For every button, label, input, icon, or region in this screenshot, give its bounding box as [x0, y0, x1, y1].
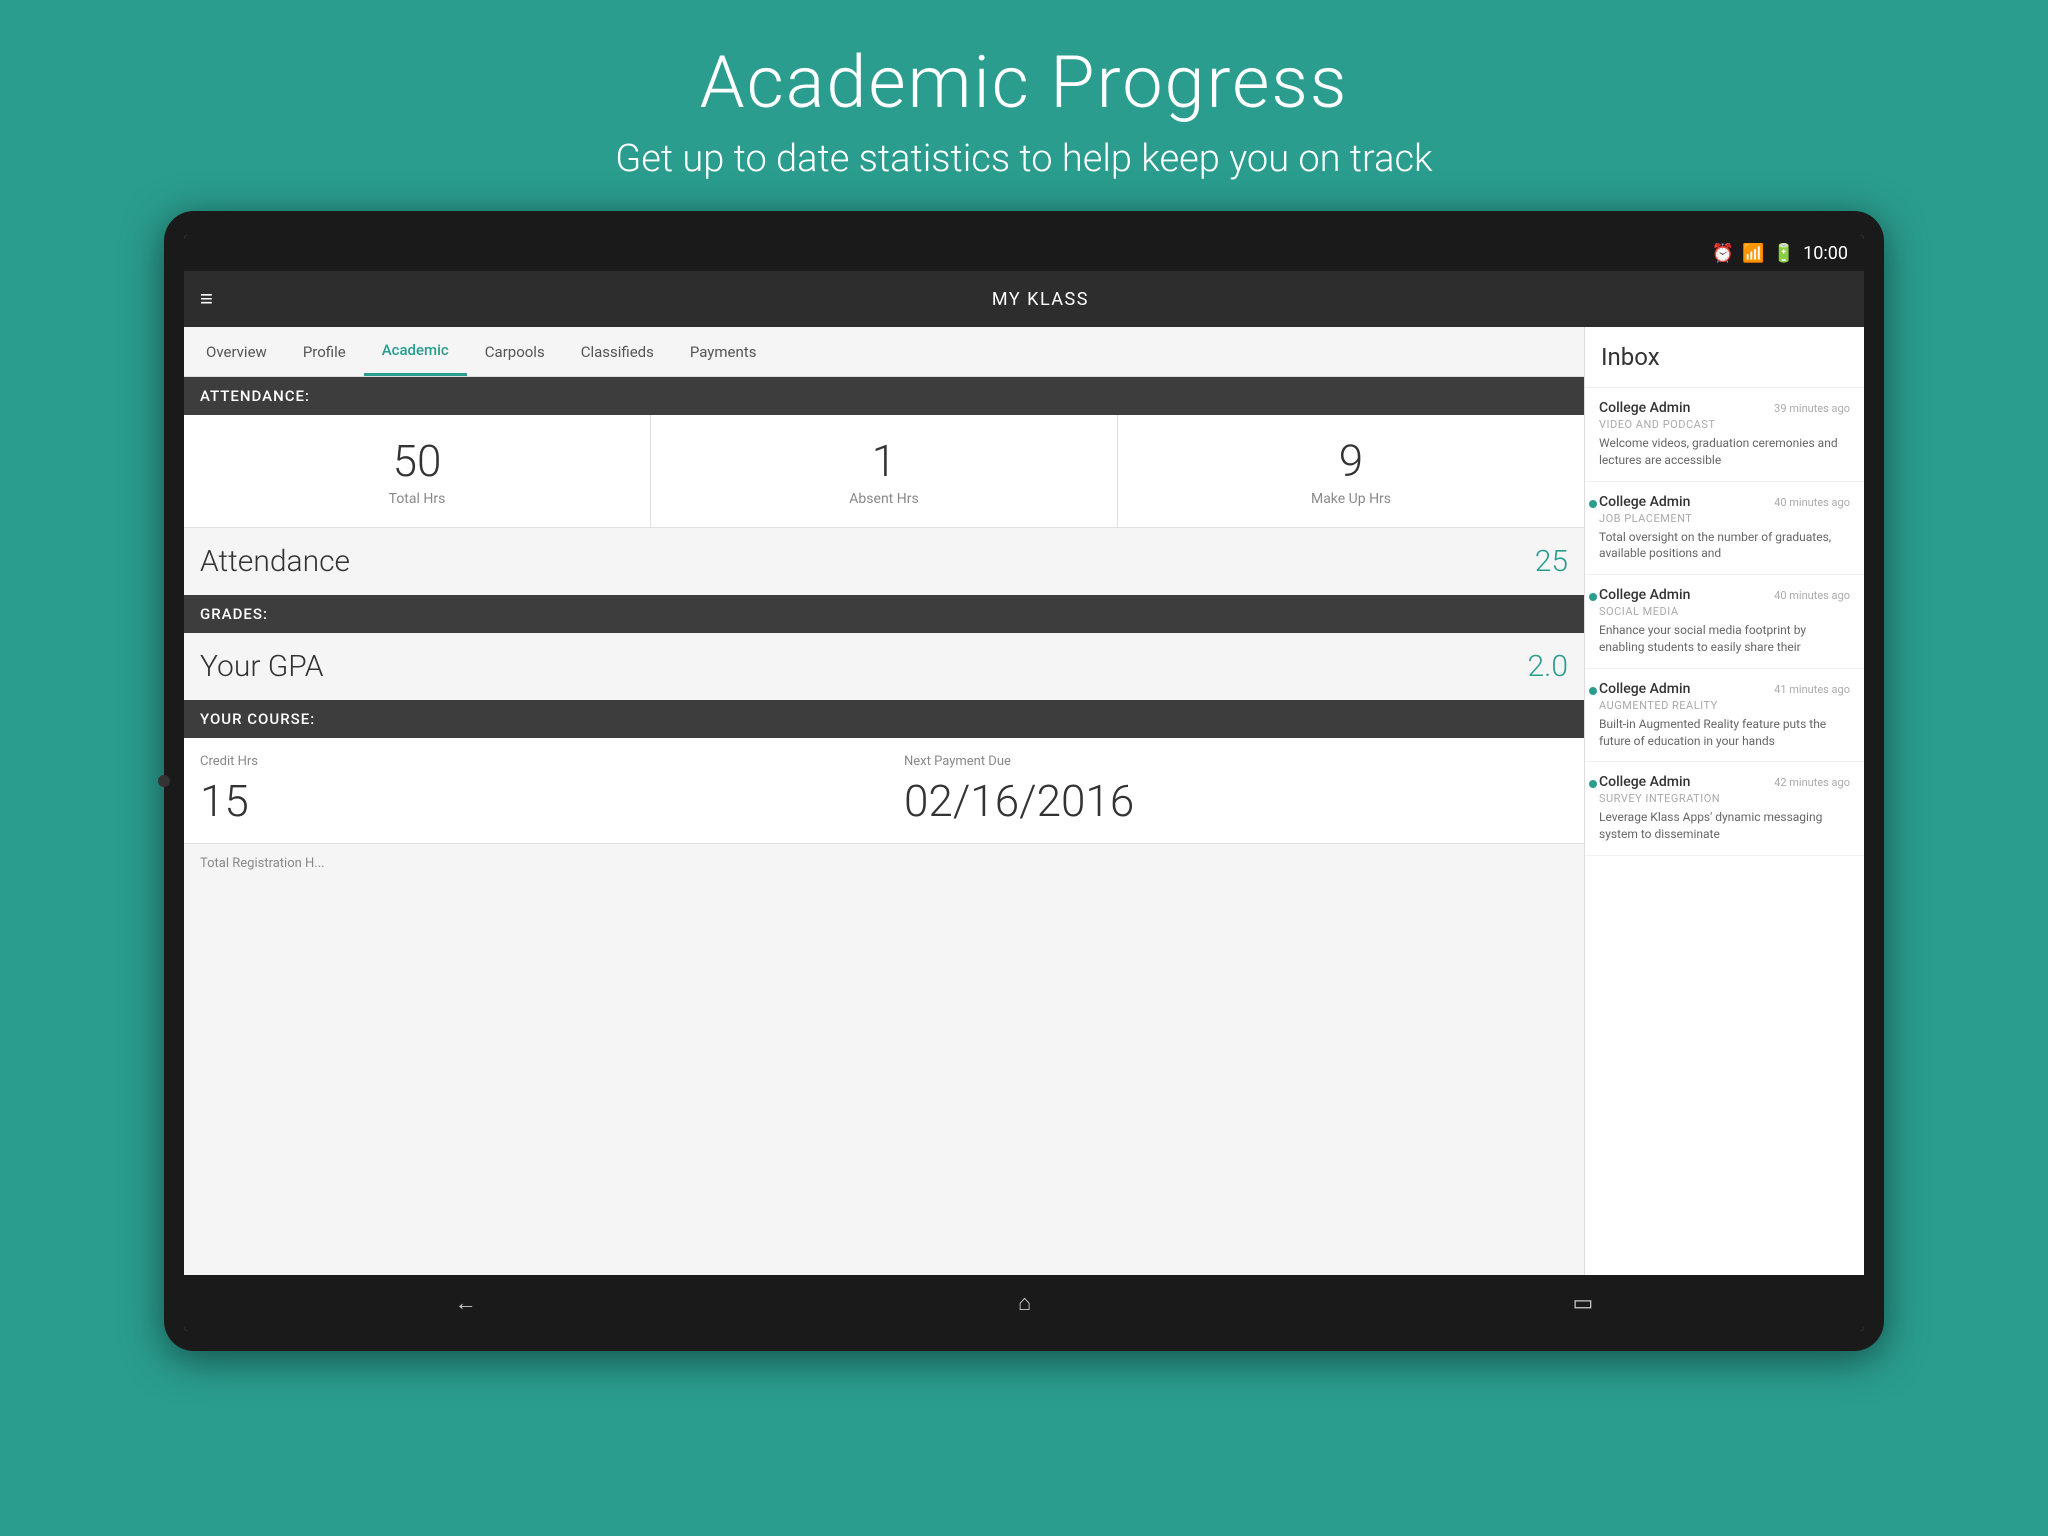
tab-carpools[interactable]: Carpools [467, 329, 563, 375]
inbox-item-header-2: College Admin 40 minutes ago [1599, 587, 1850, 603]
total-reg-label: Total Registration H... [200, 856, 1568, 871]
inbox-item-header-1: College Admin 40 minutes ago [1599, 494, 1850, 510]
course-section-header: YOUR COURSE: [184, 700, 1584, 738]
total-reg-row: Total Registration H... [184, 843, 1584, 883]
inbox-preview-1: Total oversight on the number of graduat… [1599, 529, 1850, 563]
inbox-preview-2: Enhance your social media footprint by e… [1599, 622, 1850, 656]
tab-academic[interactable]: Academic [364, 327, 467, 376]
next-payment-value: 02/16/2016 [904, 775, 1568, 827]
inbox-preview-0: Welcome videos, graduation ceremonies an… [1599, 435, 1850, 469]
left-panel: Overview Profile Academic Carpools Class… [184, 327, 1584, 1275]
tab-payments[interactable]: Payments [672, 329, 775, 375]
inbox-item-header-0: College Admin 39 minutes ago [1599, 400, 1850, 416]
page-title: Academic Progress [615, 40, 1432, 125]
inbox-time-4: 42 minutes ago [1774, 776, 1850, 789]
inbox-category-1: JOB PLACEMENT [1599, 512, 1850, 525]
back-button[interactable]: ← [455, 1290, 477, 1316]
attendance-value: 25 [1535, 544, 1568, 579]
next-payment-label: Next Payment Due [904, 754, 1568, 769]
home-button[interactable]: ⌂ [1018, 1290, 1031, 1316]
total-hrs-label: Total Hrs [194, 491, 640, 507]
total-hrs-number: 50 [194, 435, 640, 487]
battery-icon: 🔋 [1773, 243, 1795, 264]
status-time: 10:00 [1803, 243, 1848, 264]
gpa-title: Your GPA [200, 649, 323, 684]
tablet-screen: ⏰ 📶 🔋 10:00 ≡ MY KLASS Overview Profile … [184, 235, 1864, 1331]
attendance-title: Attendance [200, 544, 350, 579]
tabs-bar: Overview Profile Academic Carpools Class… [184, 327, 1584, 377]
inbox-sender-3: College Admin [1599, 681, 1690, 697]
tab-classifieds[interactable]: Classifieds [563, 329, 672, 375]
recents-button[interactable]: ▭ [1573, 1291, 1594, 1316]
inbox-category-2: SOCIAL MEDIA [1599, 605, 1850, 618]
inbox-item-header-4: College Admin 42 minutes ago [1599, 774, 1850, 790]
attendance-metric-row: Attendance 25 [184, 528, 1584, 595]
alarm-icon: ⏰ [1712, 243, 1734, 264]
credit-hrs-value: 15 [200, 775, 864, 827]
inbox-preview-3: Built-in Augmented Reality feature puts … [1599, 716, 1850, 750]
inbox-time-3: 41 minutes ago [1774, 683, 1850, 696]
next-payment-field: Next Payment Due 02/16/2016 [904, 754, 1568, 827]
credit-hrs-field: Credit Hrs 15 [200, 754, 864, 827]
total-hrs-stat: 50 Total Hrs [184, 415, 651, 527]
attendance-stats: 50 Total Hrs 1 Absent Hrs 9 Make Up Hrs [184, 415, 1584, 528]
content-area: Overview Profile Academic Carpools Class… [184, 327, 1864, 1275]
inbox-item-3[interactable]: College Admin 41 minutes ago AUGMENTED R… [1585, 669, 1864, 763]
attendance-section-header: ATTENDANCE: [184, 377, 1584, 415]
inbox-category-3: AUGMENTED REALITY [1599, 699, 1850, 712]
inbox-sender-2: College Admin [1599, 587, 1690, 603]
inbox-time-1: 40 minutes ago [1774, 496, 1850, 509]
hamburger-icon[interactable]: ≡ [200, 286, 213, 312]
inbox-time-0: 39 minutes ago [1774, 402, 1850, 415]
absent-hrs-label: Absent Hrs [661, 491, 1107, 507]
inbox-list: College Admin 39 minutes ago VIDEO AND P… [1585, 388, 1864, 1275]
inbox-panel: Inbox College Admin 39 minutes ago VIDEO… [1584, 327, 1864, 1275]
inbox-item-header-3: College Admin 41 minutes ago [1599, 681, 1850, 697]
app-bar-title: MY KLASS [233, 289, 1848, 310]
course-row-inner: Credit Hrs 15 Next Payment Due 02/16/201… [200, 754, 1568, 827]
inbox-item-4[interactable]: College Admin 42 minutes ago SURVEY INTE… [1585, 762, 1864, 856]
inbox-item-1[interactable]: College Admin 40 minutes ago JOB PLACEME… [1585, 482, 1864, 576]
inbox-category-4: SURVEY INTEGRATION [1599, 792, 1850, 805]
course-row: Credit Hrs 15 Next Payment Due 02/16/201… [184, 738, 1584, 843]
inbox-sender-0: College Admin [1599, 400, 1690, 416]
inbox-preview-4: Leverage Klass Apps' dynamic messaging s… [1599, 809, 1850, 843]
credit-hrs-label: Credit Hrs [200, 754, 864, 769]
tab-profile[interactable]: Profile [285, 329, 364, 375]
inbox-sender-1: College Admin [1599, 494, 1690, 510]
inbox-sender-4: College Admin [1599, 774, 1690, 790]
tablet-device: ⏰ 📶 🔋 10:00 ≡ MY KLASS Overview Profile … [164, 211, 1884, 1351]
inbox-time-2: 40 minutes ago [1774, 589, 1850, 602]
inbox-item-2[interactable]: College Admin 40 minutes ago SOCIAL MEDI… [1585, 575, 1864, 669]
inbox-header: Inbox [1585, 327, 1864, 388]
makeup-hrs-number: 9 [1128, 435, 1574, 487]
page-subtitle: Get up to date statistics to help keep y… [615, 137, 1432, 181]
gpa-value: 2.0 [1528, 649, 1568, 684]
absent-hrs-number: 1 [661, 435, 1107, 487]
makeup-hrs-label: Make Up Hrs [1128, 491, 1574, 507]
gpa-row: Your GPA 2.0 [184, 633, 1584, 700]
side-button [158, 775, 170, 787]
status-bar: ⏰ 📶 🔋 10:00 [184, 235, 1864, 271]
status-icons: ⏰ 📶 🔋 10:00 [1712, 243, 1848, 264]
wifi-icon: 📶 [1742, 243, 1764, 264]
makeup-hrs-stat: 9 Make Up Hrs [1118, 415, 1584, 527]
inbox-item-0[interactable]: College Admin 39 minutes ago VIDEO AND P… [1585, 388, 1864, 482]
app-bar: ≡ MY KLASS [184, 271, 1864, 327]
bottom-nav: ← ⌂ ▭ [184, 1275, 1864, 1331]
absent-hrs-stat: 1 Absent Hrs [651, 415, 1118, 527]
main-content: ATTENDANCE: 50 Total Hrs 1 Absent Hrs 9 [184, 377, 1584, 1275]
grades-section-header: GRADES: [184, 595, 1584, 633]
inbox-category-0: VIDEO AND PODCAST [1599, 418, 1850, 431]
tab-overview[interactable]: Overview [188, 329, 285, 375]
